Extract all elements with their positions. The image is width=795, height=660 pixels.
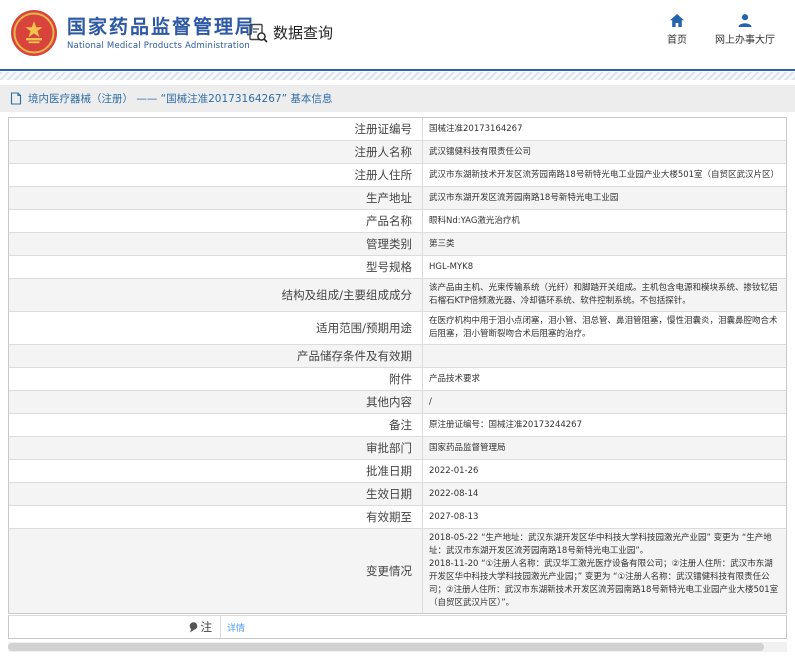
row-value — [423, 345, 786, 367]
row-value: 2022-01-26 — [423, 460, 786, 482]
row-label: 结构及组成/主要组成成分 — [9, 279, 423, 311]
home-icon — [669, 13, 685, 28]
row-label: 管理类别 — [9, 233, 423, 255]
table-row-change-history: 变更情况 2018-05-22 “生产地址：武汉东湖开发区华中科技大学科技园激光… — [9, 529, 786, 613]
table-row: 批准日期 2022-01-26 — [9, 460, 786, 483]
horizontal-scrollbar-thumb[interactable] — [8, 643, 764, 651]
row-label: 注册人名称 — [9, 141, 423, 163]
org-name-en: National Medical Products Administration — [67, 41, 256, 51]
table-row: 附件 产品技术要求 — [9, 368, 786, 391]
row-label: 变更情况 — [9, 529, 423, 613]
brand-text: 国家药品监督管理局 National Medical Products Admi… — [67, 16, 256, 51]
row-value: 国械注准20173164267 — [423, 118, 786, 140]
main-content: 注册证编号 国械注准20173164267 注册人名称 武汉镭健科技有限责任公司… — [0, 112, 795, 652]
registration-info-table: 注册证编号 国械注准20173164267 注册人名称 武汉镭健科技有限责任公司… — [8, 117, 787, 614]
row-label: 产品储存条件及有效期 — [9, 345, 423, 367]
row-label: 审批部门 — [9, 437, 423, 459]
note-label: 注 — [201, 619, 213, 635]
table-row: 结构及组成/主要组成成分 该产品由主机、光束传输系统（光纤）和脚踏开关组成。主机… — [9, 279, 786, 312]
change-record: 2018-05-22 “生产地址：武汉东湖开发区华中科技大学科技园激光产业园” … — [429, 532, 780, 558]
row-value: / — [423, 391, 786, 413]
hatch-divider — [0, 72, 795, 80]
row-label: 生产地址 — [9, 187, 423, 209]
table-row: 产品名称 眼科Nd:YAG激光治疗机 — [9, 210, 786, 233]
table-row: 生产地址 武汉市东湖开发区流芳园南路18号新特光电工业园 — [9, 187, 786, 210]
horizontal-scrollbar[interactable] — [8, 642, 787, 652]
row-value: 该产品由主机、光束传输系统（光纤）和脚踏开关组成。主机包含电源和模块系统、掺钕钇… — [423, 279, 786, 311]
table-row: 有效期至 2027-08-13 — [9, 506, 786, 529]
table-row: 其他内容 / — [9, 391, 786, 414]
note-icon — [189, 622, 198, 633]
row-value: 在医疗机构中用于泪小点闭塞，泪小管、泪总管、鼻泪管阻塞，慢性泪囊炎，泪囊鼻腔吻合… — [423, 312, 786, 344]
row-label: 注册人住所 — [9, 164, 423, 186]
table-row: 管理类别 第三类 — [9, 233, 786, 256]
nav-service-hall[interactable]: 网上办事大厅 — [715, 13, 775, 46]
document-icon — [10, 92, 22, 105]
row-value: HGL-MYK8 — [423, 256, 786, 278]
table-row: 注册证编号 国械注准20173164267 — [9, 118, 786, 141]
note-table: 注 详情 — [8, 615, 787, 639]
row-value: 国家药品监督管理局 — [423, 437, 786, 459]
data-query-nav[interactable]: 数据查询 — [248, 22, 333, 43]
row-label: 生效日期 — [9, 483, 423, 505]
table-row: 审批部门 国家药品监督管理局 — [9, 437, 786, 460]
row-value: 产品技术要求 — [423, 368, 786, 390]
breadcrumb-text: 境内医疗器械（注册） —— “国械注准20173164267” 基本信息 — [28, 91, 332, 106]
row-value: 2027-08-13 — [423, 506, 786, 528]
data-query-label: 数据查询 — [273, 22, 333, 43]
nav-service-hall-label: 网上办事大厅 — [715, 31, 775, 46]
org-name-cn: 国家药品监督管理局 — [67, 16, 256, 38]
page-header: 国家药品监督管理局 National Medical Products Admi… — [0, 0, 795, 69]
document-search-icon — [248, 23, 268, 43]
row-value: 武汉市东湖新技术开发区流芳园南路18号新特光电工业园产业大楼501室（自贸区武汉… — [423, 164, 786, 186]
change-record: 2018-11-20 “①注册人名称：武汉华工激光医疗设备有限公司；②注册人住所… — [429, 558, 780, 610]
row-label: 附件 — [9, 368, 423, 390]
row-value: 2022-08-14 — [423, 483, 786, 505]
header-nav: 首页 网上办事大厅 — [667, 13, 775, 46]
row-label: 备注 — [9, 414, 423, 436]
table-row: 产品储存条件及有效期 — [9, 345, 786, 368]
table-row: 生效日期 2022-08-14 — [9, 483, 786, 506]
row-label: 型号规格 — [9, 256, 423, 278]
row-label: 注册证编号 — [9, 118, 423, 140]
person-icon — [737, 13, 753, 28]
header-rule — [0, 69, 795, 71]
row-label: 产品名称 — [9, 210, 423, 232]
note-value-cell: 详情 — [221, 616, 786, 638]
row-label: 其他内容 — [9, 391, 423, 413]
table-row: 适用范围/预期用途 在医疗机构中用于泪小点闭塞，泪小管、泪总管、鼻泪管阻塞，慢性… — [9, 312, 786, 345]
nav-home-label: 首页 — [667, 31, 687, 46]
row-label: 适用范围/预期用途 — [9, 312, 423, 344]
details-link[interactable]: 详情 — [227, 621, 245, 634]
row-label: 有效期至 — [9, 506, 423, 528]
row-value: 武汉镭健科技有限责任公司 — [423, 141, 786, 163]
table-row: 备注 原注册证编号：国械注准20173244267 — [9, 414, 786, 437]
table-row: 注册人名称 武汉镭健科技有限责任公司 — [9, 141, 786, 164]
row-value: 眼科Nd:YAG激光治疗机 — [423, 210, 786, 232]
nav-home[interactable]: 首页 — [667, 13, 687, 46]
table-row: 型号规格 HGL-MYK8 — [9, 256, 786, 279]
national-emblem-logo — [10, 9, 58, 57]
breadcrumb: 境内医疗器械（注册） —— “国械注准20173164267” 基本信息 — [0, 85, 795, 112]
row-value: 第三类 — [423, 233, 786, 255]
row-value: 武汉市东湖开发区流芳园南路18号新特光电工业园 — [423, 187, 786, 209]
row-value: 原注册证编号：国械注准20173244267 — [423, 414, 786, 436]
brand: 国家药品监督管理局 National Medical Products Admi… — [10, 9, 256, 57]
note-row: 注 详情 — [9, 616, 786, 638]
note-label-cell: 注 — [9, 616, 221, 638]
row-value: 2018-05-22 “生产地址：武汉东湖开发区华中科技大学科技园激光产业园” … — [423, 529, 786, 613]
table-row: 注册人住所 武汉市东湖新技术开发区流芳园南路18号新特光电工业园产业大楼501室… — [9, 164, 786, 187]
row-label: 批准日期 — [9, 460, 423, 482]
